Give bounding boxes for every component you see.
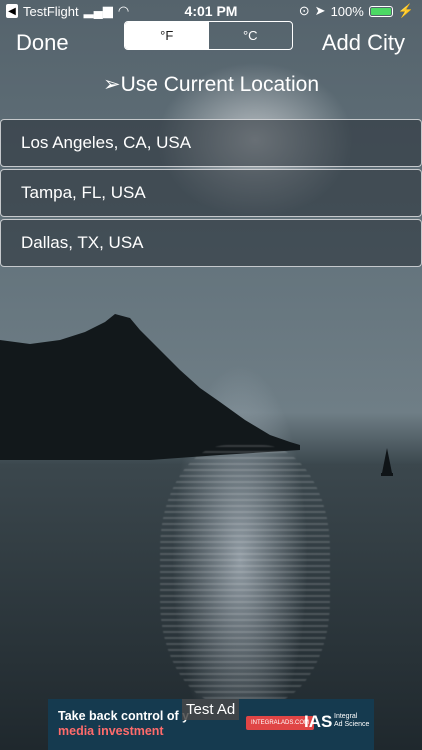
done-button[interactable]: Done	[16, 30, 69, 56]
status-bar: ◀ TestFlight ▂▄▆ ◠ 4:01 PM ⊙ ➤ 100% ⚡	[0, 0, 422, 22]
use-current-location-button[interactable]: ➢Use Current Location	[0, 72, 422, 97]
city-list: Los Angeles, CA, USA Tampa, FL, USA Dall…	[0, 119, 422, 269]
ad-brand-sub-1: Integral	[334, 713, 358, 720]
ad-brand-logo: IAS	[304, 712, 333, 731]
city-row[interactable]: Tampa, FL, USA	[0, 169, 422, 217]
ad-brand-sub: Integral Ad Science	[334, 713, 369, 729]
water-reflection	[160, 445, 330, 705]
city-row[interactable]: Los Angeles, CA, USA	[0, 119, 422, 167]
ad-line-1: Take back control of y	[58, 709, 190, 723]
add-city-button[interactable]: Add City	[322, 30, 405, 56]
charging-icon: ⚡	[397, 3, 414, 18]
test-ad-badge: Test Ad	[182, 699, 240, 720]
location-arrow-icon: ➤	[314, 3, 326, 18]
unit-toggle[interactable]: °F °C	[124, 21, 293, 50]
ad-headline: Take back control of y media investment	[58, 709, 189, 739]
celsius-segment[interactable]: °C	[209, 22, 293, 49]
city-row[interactable]: Dallas, TX, USA	[0, 219, 422, 267]
fahrenheit-segment[interactable]: °F	[125, 22, 209, 49]
sailboat-silhouette	[381, 448, 393, 476]
battery-percent: 100%	[330, 3, 364, 19]
ad-brand-sub-2: Ad Science	[334, 721, 370, 728]
ad-line-2: media investment	[58, 724, 164, 738]
battery-icon	[368, 5, 393, 17]
battery-fill	[370, 7, 391, 15]
orientation-lock-icon: ⊙	[298, 3, 310, 18]
hill-silhouette	[0, 314, 300, 460]
